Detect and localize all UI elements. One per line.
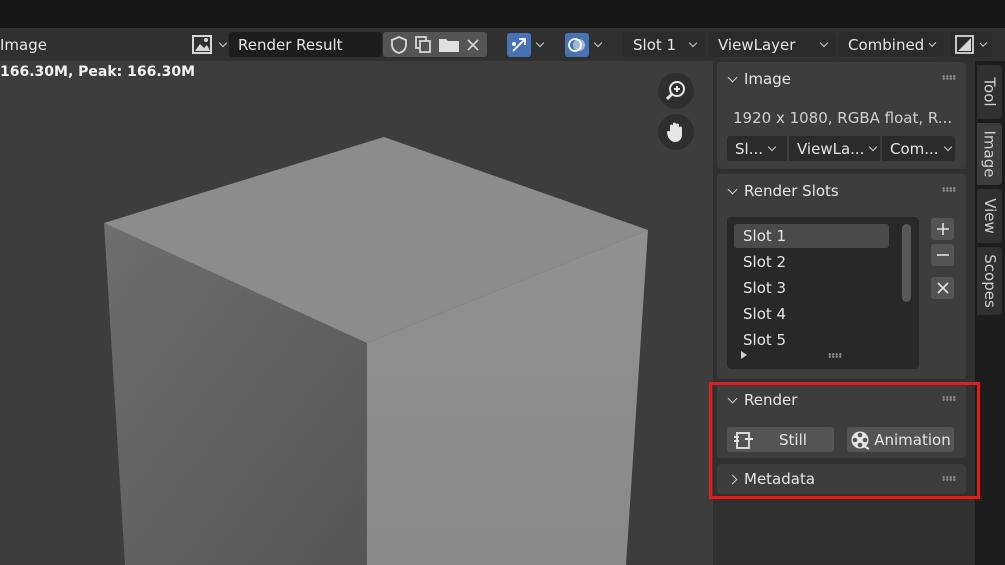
image-panel-header[interactable]: Image <box>717 62 966 96</box>
chevron-down-icon <box>869 142 878 151</box>
pass-mini-value: Com... <box>890 139 939 158</box>
list-item[interactable]: Slot 1 <box>734 224 889 248</box>
tab-scopes-label: Scopes <box>980 254 999 308</box>
slot-dropdown[interactable]: Slot 1 <box>623 32 705 57</box>
image-actions-group <box>383 32 487 57</box>
drag-grip-icon[interactable] <box>942 187 956 192</box>
slot-mini-value: Sl... <box>735 139 763 158</box>
expand-filter-icon[interactable] <box>741 351 747 359</box>
chevron-down-icon <box>535 38 545 47</box>
list-resize-grip-icon[interactable] <box>828 353 842 358</box>
overlay-icon <box>565 32 589 57</box>
render-cube-image <box>104 137 648 565</box>
image-panel-title: Image <box>744 70 791 88</box>
list-item[interactable]: Slot 2 <box>734 250 889 274</box>
image-editor-header: Image Render Result Slot 1 ViewLayer Com… <box>0 28 1005 61</box>
memory-stats: 166.30M, Peak: 166.30M <box>0 64 196 80</box>
overlay-toggle[interactable] <box>565 32 604 57</box>
remove-slot-button[interactable] <box>931 244 954 266</box>
tab-view[interactable]: View <box>977 189 1002 243</box>
image-browse-button[interactable] <box>192 32 229 57</box>
list-item[interactable]: Slot 5 <box>734 328 889 352</box>
pass-dropdown[interactable]: Combined <box>838 32 944 57</box>
tab-image-label: Image <box>980 130 999 178</box>
chevron-down-icon <box>767 142 777 151</box>
gizmo-icon <box>507 32 531 57</box>
chevron-down-icon <box>727 72 738 82</box>
close-icon <box>936 282 949 294</box>
clear-slot-button[interactable] <box>931 277 954 299</box>
pass-mini-dropdown[interactable]: Com... <box>882 136 955 161</box>
chevron-down-icon <box>218 38 228 47</box>
drag-grip-icon[interactable] <box>942 75 956 80</box>
hand-icon <box>664 120 688 144</box>
image-name-field[interactable]: Render Result <box>229 32 382 57</box>
folder-icon[interactable] <box>438 35 460 55</box>
display-channels-dropdown[interactable] <box>950 32 992 57</box>
render-slots-panel-title: Render Slots <box>744 182 839 200</box>
editor-label: Image <box>0 35 47 54</box>
list-item[interactable]: Slot 3 <box>734 276 889 300</box>
viewlayer-mini-value: ViewLa... <box>797 139 865 158</box>
pan-button[interactable] <box>658 114 694 150</box>
tab-scopes[interactable]: Scopes <box>977 247 1002 315</box>
image-info: 1920 x 1080, RGBA float, R... <box>733 109 953 127</box>
add-slot-button[interactable] <box>931 218 954 240</box>
chevron-down-icon <box>943 142 952 151</box>
render-slots-list: Slot 1 Slot 2 Slot 3 Slot 4 Slot 5 <box>727 217 919 369</box>
chevron-down-icon <box>727 184 738 194</box>
plus-icon <box>936 223 949 235</box>
zoom-icon <box>664 79 688 103</box>
chevron-down-icon <box>688 38 698 47</box>
close-icon[interactable] <box>466 38 480 52</box>
image-icon <box>192 34 214 55</box>
image-viewport[interactable] <box>0 61 713 565</box>
chevron-down-icon <box>593 38 603 47</box>
tab-tool[interactable]: Tool <box>977 65 1002 119</box>
gizmo-toggle[interactable] <box>507 32 546 57</box>
viewlayer-mini-dropdown[interactable]: ViewLa... <box>789 136 880 161</box>
slot-dropdown-value: Slot 1 <box>633 35 677 54</box>
chevron-down-icon <box>928 38 937 47</box>
slot-mini-dropdown[interactable]: Sl... <box>727 136 787 161</box>
image-panel-dropdown-row: Sl... ViewLa... Com... <box>727 136 955 161</box>
tab-view-label: View <box>980 198 999 234</box>
render-slots-panel: Render Slots Slot 1 Slot 2 Slot 3 Slot 4… <box>717 174 966 379</box>
image-panel: Image 1920 x 1080, RGBA float, R... Sl..… <box>717 62 966 169</box>
top-strip <box>0 0 1005 28</box>
render-slots-panel-header[interactable]: Render Slots <box>717 174 966 208</box>
tab-image[interactable]: Image <box>977 123 1002 185</box>
zoom-button[interactable] <box>658 73 694 109</box>
highlight-box <box>709 382 980 499</box>
pass-value: Combined <box>848 35 925 54</box>
view-layer-dropdown[interactable]: ViewLayer <box>708 32 836 57</box>
view-layer-value: ViewLayer <box>718 35 796 54</box>
fake-user-shield-icon[interactable] <box>390 35 408 55</box>
display-channels-icon <box>955 34 975 55</box>
list-item[interactable]: Slot 4 <box>734 302 889 326</box>
duplicate-icon[interactable] <box>414 35 432 55</box>
minus-icon <box>936 254 949 256</box>
tab-tool-label: Tool <box>980 77 999 107</box>
chevron-down-icon <box>819 38 829 47</box>
slots-scrollbar[interactable] <box>902 224 911 302</box>
chevron-down-icon <box>979 38 988 47</box>
